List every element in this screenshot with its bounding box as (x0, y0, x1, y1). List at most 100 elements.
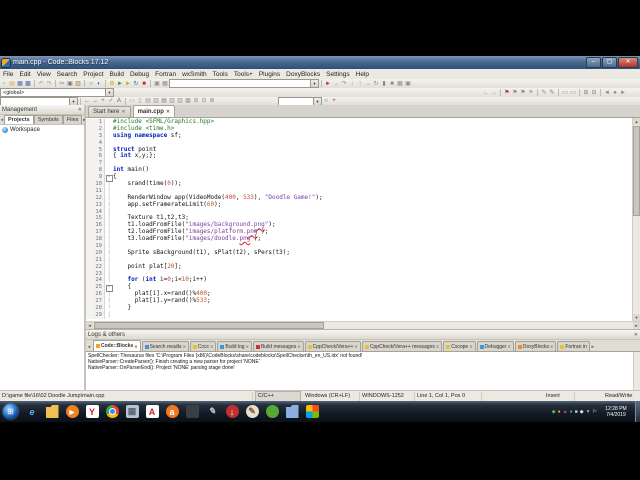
next-bookmark-icon[interactable]: ⚑ (519, 89, 527, 97)
expand-horizontal-icon[interactable]: ▩ (184, 97, 192, 105)
scrollbar-thumb[interactable] (633, 126, 640, 216)
debug-info-icon[interactable]: ▣ (404, 80, 412, 88)
step-into-icon[interactable]: ↓ (348, 80, 356, 88)
editor-tab-start-here[interactable]: Start here ✕ (88, 106, 131, 117)
close-icon[interactable]: ✕ (134, 344, 137, 349)
log-tab-cccc[interactable]: Cccc ✕ (189, 341, 217, 351)
tray-volume-icon[interactable]: ■ (575, 409, 578, 415)
border-right-icon[interactable]: ▨ (176, 97, 184, 105)
editor-vertical-scrollbar[interactable]: ▲ ▼ (632, 118, 640, 321)
unfold-all-icon[interactable]: ▭ (569, 89, 577, 97)
align-left-icon[interactable]: ▭ (128, 97, 136, 105)
tray-network-icon[interactable]: ◆ (580, 409, 584, 415)
logs-scrollbar[interactable] (633, 352, 640, 394)
build-and-run-icon[interactable]: ► (124, 80, 132, 88)
new-file-icon[interactable]: ▫ (0, 80, 8, 88)
abort-icon[interactable]: ■ (140, 80, 148, 88)
log-tab-cppcheck-vera-messages[interactable]: CppCheck/Vera++ messages ✕ (361, 341, 443, 351)
close-icon[interactable]: ✕ (78, 107, 82, 113)
find-icon[interactable]: ○ (87, 80, 95, 88)
close-icon[interactable]: ✕ (183, 344, 186, 349)
break-debugger-icon[interactable]: ▮ (380, 80, 388, 88)
expand-vertical-icon[interactable]: ⊞ (192, 97, 200, 105)
internet-explorer-icon[interactable]: e (26, 405, 39, 418)
close-icon[interactable]: ✕ (634, 332, 638, 338)
wxsmith-pointer-icon[interactable]: ✓ (107, 97, 115, 105)
fold-all-icon[interactable]: ▭ (561, 89, 569, 97)
editor-tab-main-cpp[interactable]: main.cpp ✕ (132, 105, 176, 117)
close-icon[interactable]: ✕ (354, 344, 357, 349)
highlight-mode-icon[interactable]: ✎ (548, 89, 556, 97)
border-left-icon[interactable]: ▧ (168, 97, 176, 105)
close-icon[interactable]: ✕ (436, 344, 439, 349)
jump-back-icon[interactable]: ◄ (603, 89, 611, 97)
undo-icon[interactable]: ↶ (37, 80, 45, 88)
avast-antivirus-icon[interactable]: a (165, 405, 179, 418)
chrome-icon[interactable] (105, 405, 119, 418)
chevron-down-icon[interactable]: ▼ (105, 89, 113, 96)
save-all-icon[interactable]: ▩ (24, 80, 32, 88)
scroll-down-icon[interactable]: ▼ (633, 314, 640, 321)
wxsmith-text-icon[interactable]: A (115, 97, 123, 105)
tray-updates-icon[interactable]: ▼ (586, 409, 591, 415)
close-icon[interactable]: ✕ (550, 344, 553, 349)
green-app-icon[interactable] (265, 405, 279, 418)
goto-declaration-icon[interactable]: ← (83, 97, 91, 105)
title-bar[interactable]: main.cpp - Code::Blocks 17.12 – ▢ ✕ (0, 56, 640, 69)
start-button[interactable]: ⊞ (3, 404, 18, 419)
close-icon[interactable]: ✕ (166, 109, 170, 115)
scroll-up-icon[interactable]: ▲ (633, 118, 640, 125)
menu-wxsmith[interactable]: wxSmith (179, 71, 210, 78)
stop-debugger-icon[interactable]: ■ (388, 80, 396, 88)
menu-help[interactable]: Help (353, 71, 372, 78)
log-tab-fortran-in[interactable]: Fortran in (557, 341, 590, 351)
show-errors-icon[interactable]: ▣ (153, 80, 161, 88)
chevron-down-icon[interactable]: ▼ (313, 97, 321, 105)
tray-app-2-icon[interactable]: ● (558, 409, 561, 415)
log-tab-debugger[interactable]: Debugger ✕ (476, 341, 514, 351)
close-icon[interactable]: ✕ (210, 344, 213, 349)
media-player-icon[interactable]: ► (65, 405, 79, 418)
menu-settings[interactable]: Settings (323, 71, 353, 78)
menu-edit[interactable]: Edit (16, 71, 33, 78)
zoom-out-icon[interactable]: ⊟ (590, 89, 598, 97)
next-instruction-icon[interactable]: → (364, 80, 372, 88)
stretch-item-icon[interactable]: ⊟ (200, 97, 208, 105)
windows-explorer-icon[interactable] (45, 405, 59, 418)
align-center-icon[interactable]: ▯ (136, 97, 144, 105)
incremental-search-icon[interactable]: ○ (322, 97, 330, 105)
debug-continue-icon[interactable]: ► (324, 80, 332, 88)
save-icon[interactable]: ▦ (16, 80, 24, 88)
highlight-search-icon[interactable]: + (330, 97, 338, 105)
log-tab-code-blocks[interactable]: Code::Blocks ✕ (93, 340, 141, 351)
tray-app-1-icon[interactable]: ◆ (552, 409, 556, 415)
menu-search[interactable]: Search (54, 71, 81, 78)
menu-file[interactable]: File (0, 71, 16, 78)
minimize-button[interactable]: – (586, 57, 601, 68)
prev-bookmark-icon[interactable]: ⚑ (511, 89, 519, 97)
build-target-combo[interactable]: ▼ (169, 79, 319, 88)
make-border-icon[interactable]: ⊠ (208, 97, 216, 105)
scope-combo[interactable]: <global> ▼ (0, 88, 114, 97)
build-icon[interactable]: ⚙ (108, 80, 116, 88)
close-icon[interactable]: ✕ (297, 344, 300, 349)
replace-icon[interactable]: ◐ (95, 80, 103, 88)
align-right-icon[interactable]: ▤ (144, 97, 152, 105)
zoom-in-icon[interactable]: ⊞ (582, 89, 590, 97)
menu-build[interactable]: Build (107, 71, 127, 78)
menu-tools-[interactable]: Tools+ (231, 71, 256, 78)
debugging-windows-icon[interactable]: ▦ (396, 80, 404, 88)
tool-app-icon[interactable]: ✎ (206, 405, 219, 418)
menu-tools[interactable]: Tools (210, 71, 231, 78)
copy-icon[interactable]: ▣ (66, 80, 74, 88)
paste-icon[interactable]: ▥ (74, 80, 82, 88)
border-bottom-icon[interactable]: ▦ (160, 97, 168, 105)
cut-icon[interactable]: ✂ (58, 80, 66, 88)
tab-files[interactable]: Files (62, 115, 83, 124)
log-tab-search-results[interactable]: Search results ✕ (141, 341, 189, 351)
toggle-bookmark-icon[interactable]: ⚑ (503, 89, 511, 97)
scroll-right-icon[interactable]: ► (633, 322, 640, 329)
redo-icon[interactable]: ↷ (45, 80, 53, 88)
log-tab-cppcheck-vera-[interactable]: CppCheck/Vera++ ✕ (304, 341, 361, 351)
border-top-icon[interactable]: ▥ (152, 97, 160, 105)
